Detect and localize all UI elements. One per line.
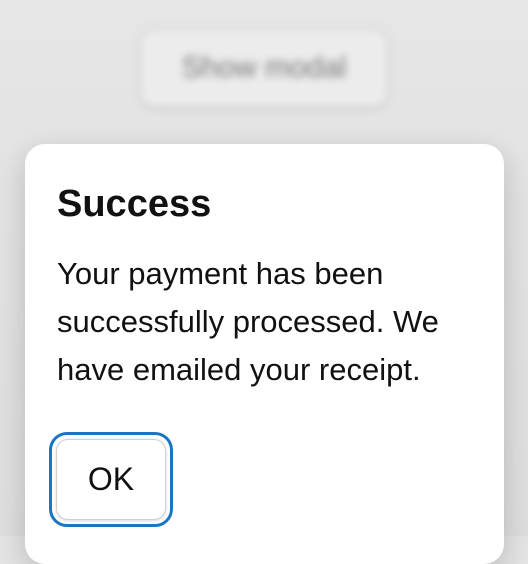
dialog-message: Your payment has been successfully proce… [57,256,439,387]
ok-button[interactable]: OK [56,439,166,520]
dialog-title: Success [57,183,212,225]
success-dialog: Success Your payment has been successful… [25,144,504,564]
ok-button-focus-ring: OK [49,432,173,527]
show-modal-button: Show modal [140,29,388,107]
